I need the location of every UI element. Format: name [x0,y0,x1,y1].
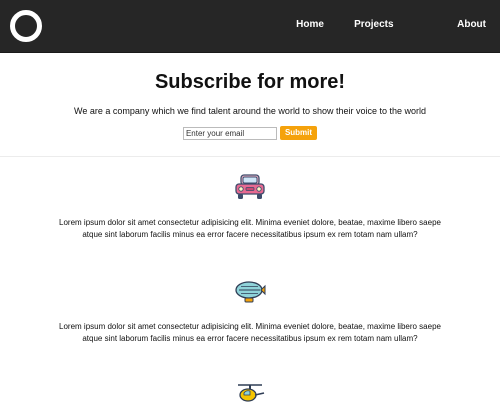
subscribe-form: Submit [0,126,500,140]
feature-description: Lorem ipsum dolor sit amet consectetur a… [59,322,441,343]
feature-description: Lorem ipsum dolor sit amet consectetur a… [59,218,441,239]
subscribe-title: Subscribe for more! [154,71,346,93]
nav-link-home[interactable]: Home [296,19,324,30]
submit-button[interactable]: Submit [279,126,318,140]
feature-item [0,382,500,406]
nav-links: Home Projects About [296,19,486,30]
helicopter-icon [238,384,265,402]
airship-icon [235,281,266,303]
feature-item: Lorem ipsum dolor sit amet consectetur a… [0,172,500,241]
subscribe-subtitle: We are a company which we find talent ar… [73,106,427,116]
email-input[interactable] [182,126,277,140]
ring-logo-icon[interactable] [10,10,42,42]
nav-link-projects[interactable]: Projects [354,19,393,30]
subscribe-section: Subscribe for more! We are a company whi… [0,53,500,157]
feature-item: Lorem ipsum dolor sit amet consectetur a… [0,280,500,345]
car-icon [235,174,265,199]
nav-link-about[interactable]: About [457,19,486,30]
navbar: Home Projects About [0,0,500,53]
